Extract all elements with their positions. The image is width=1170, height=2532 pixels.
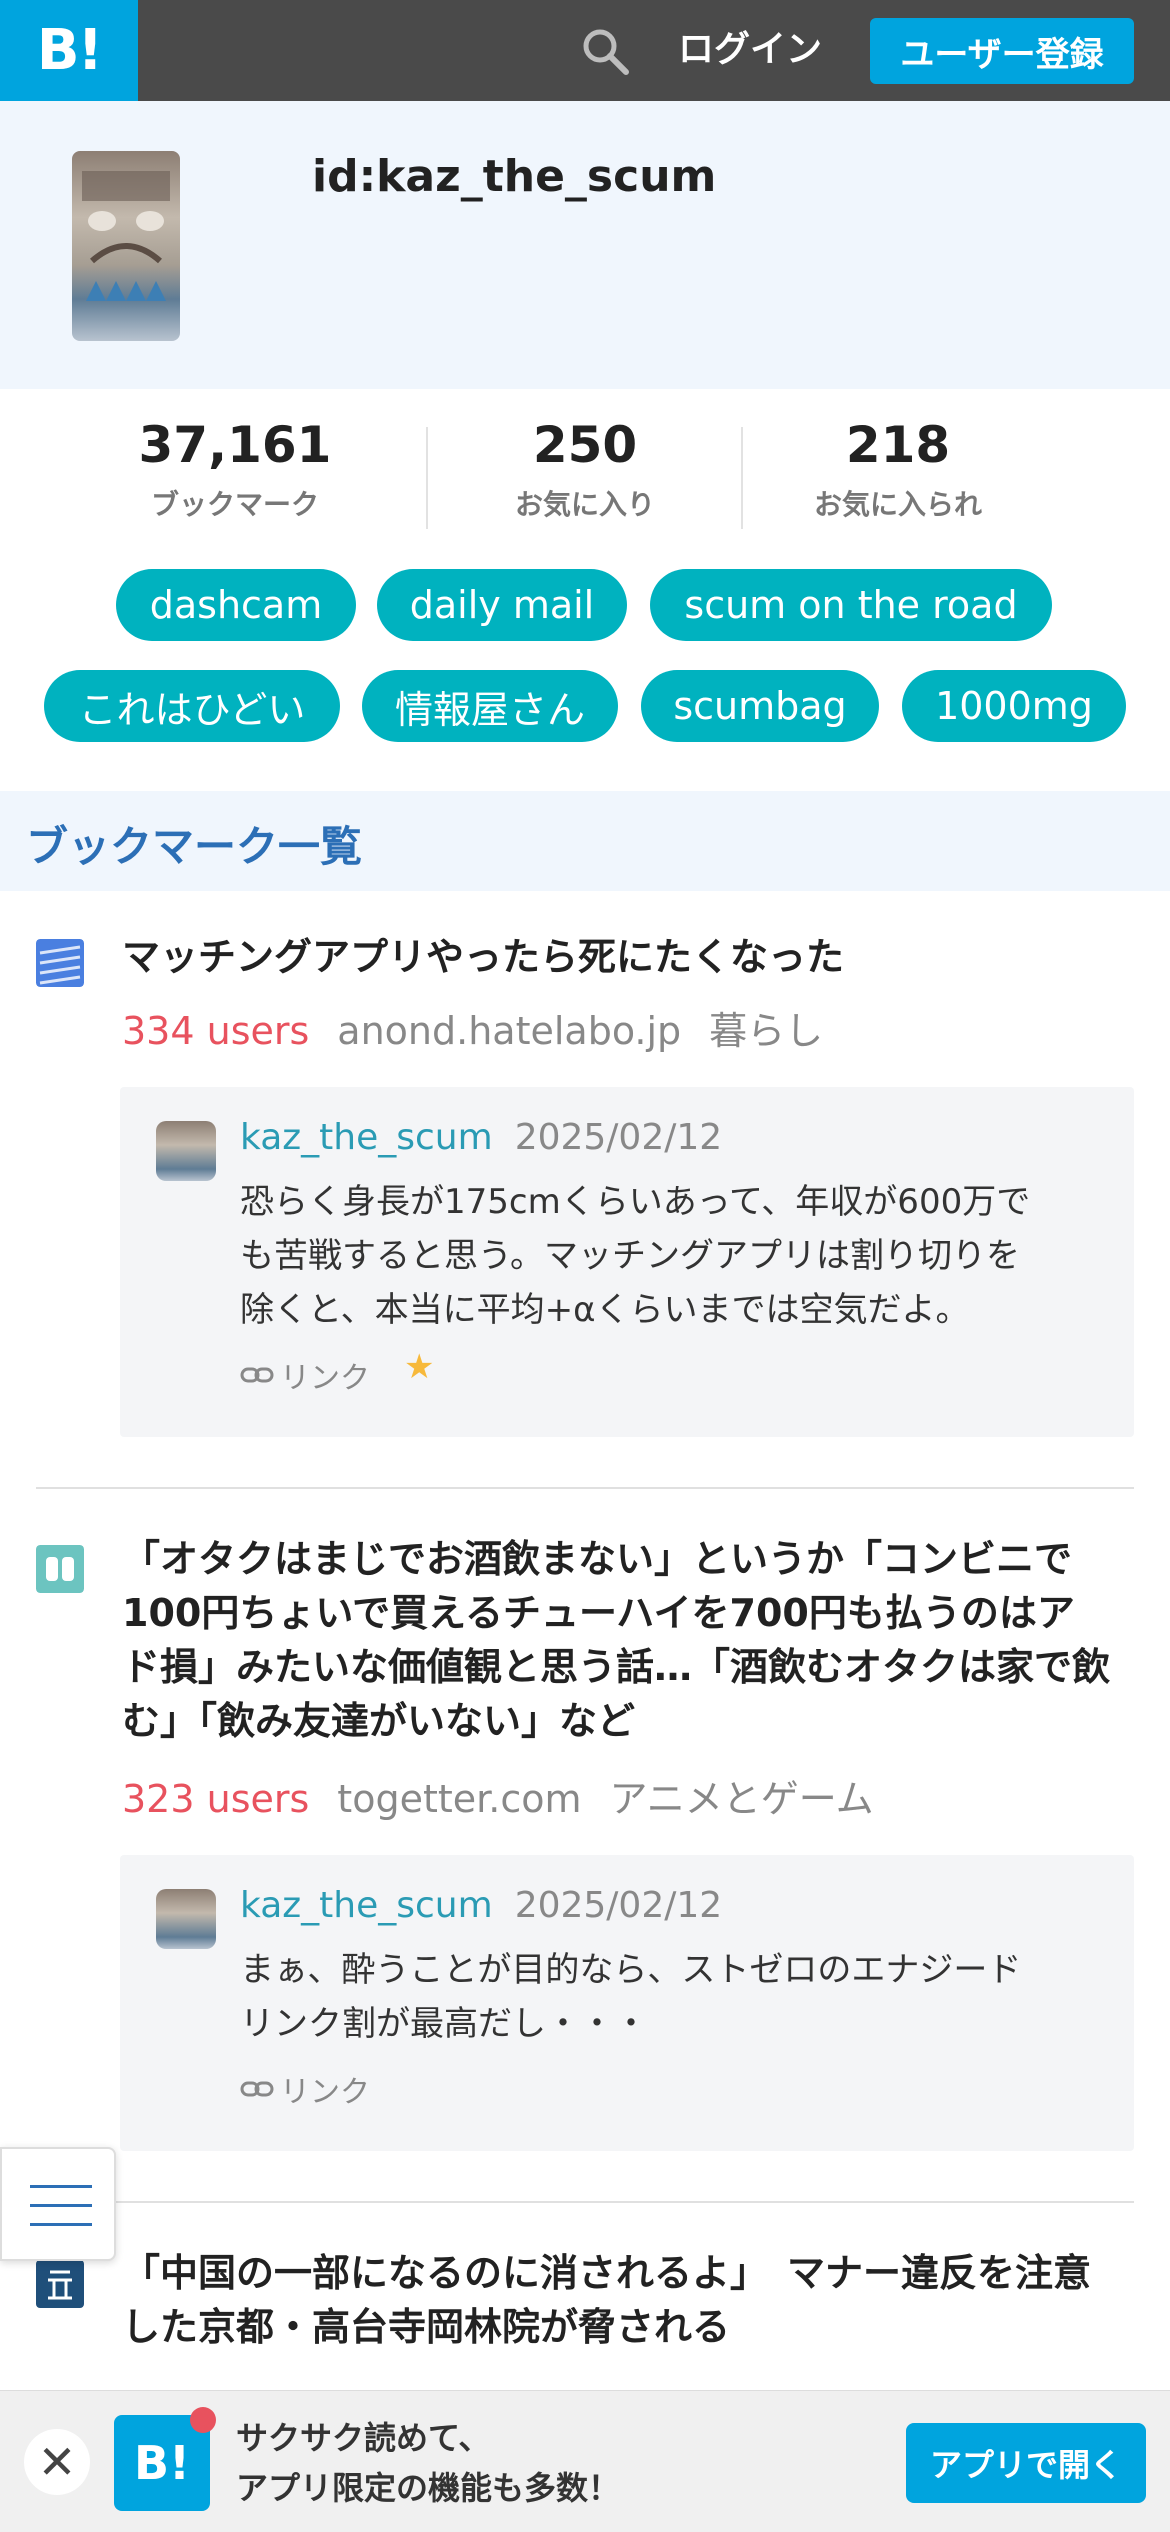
- close-icon[interactable]: ✕: [24, 2429, 90, 2495]
- stat-value: 37,161: [138, 416, 332, 474]
- signup-button[interactable]: ユーザー登録: [870, 18, 1134, 84]
- entry-users[interactable]: 334 users: [122, 1009, 309, 1053]
- tag-dashcam[interactable]: dashcam: [116, 569, 356, 641]
- entry-divider: [36, 2201, 1134, 2203]
- link-icon: [240, 1367, 274, 1383]
- app-promo-text: サクサク読めて、 アプリ限定の機能も多数！: [236, 2413, 620, 2513]
- comment-username[interactable]: kaz_the_scum: [240, 1117, 493, 1158]
- stat-favorites[interactable]: 250 お気に入り: [435, 413, 735, 523]
- avatar-face-icon: [82, 171, 170, 301]
- entry-title-line: した京都・高台寺岡林院が脅される: [122, 2305, 731, 2349]
- comment-line: も苦戦すると思う。マッチングアプリは割り切りを: [240, 1236, 1020, 1276]
- app-promo-banner: ✕ B! サクサク読めて、 アプリ限定の機能も多数！ アプリで開く: [0, 2390, 1170, 2532]
- entry-category[interactable]: アニメとゲーム: [610, 1777, 874, 1821]
- hamburger-menu-button[interactable]: [0, 2147, 116, 2261]
- entry-users[interactable]: 323 users: [122, 1777, 309, 1821]
- section-title: ブックマーク一覧: [26, 822, 363, 871]
- comment-avatar[interactable]: [156, 1889, 216, 1949]
- entry-title-line: ド損」みたいな価値観と思う話…「酒飲むオタクは家で飲: [122, 1645, 1111, 1689]
- comment-link[interactable]: リンク: [240, 2067, 370, 2111]
- comment-line: 恐らく身長が175cmくらいあって、年収が600万で: [240, 1182, 1031, 1222]
- togetter-icon: [36, 1545, 84, 1593]
- comment-header: kaz_the_scum 2025/02/12: [240, 1117, 722, 1158]
- promo-line: サクサク読めて、: [236, 2419, 491, 2457]
- entry-domain[interactable]: togetter.com: [337, 1777, 581, 1821]
- hatelabo-icon: [36, 939, 84, 987]
- comment-header: kaz_the_scum 2025/02/12: [240, 1885, 722, 1926]
- stat-label: お気に入られ: [813, 488, 982, 521]
- tag-daily-mail[interactable]: daily mail: [377, 569, 627, 641]
- stat-label: お気に入り: [514, 488, 655, 521]
- tag-1000mg[interactable]: 1000mg: [902, 670, 1126, 742]
- comment-text: 恐らく身長が175cmくらいあって、年収が600万で も苦戦すると思う。マッチン…: [240, 1175, 1100, 1337]
- link-label: リンク: [280, 2075, 370, 2110]
- search-icon[interactable]: [578, 24, 632, 78]
- entry-title[interactable]: 「中国の一部になるのに消されるよ」 マナー違反を注意 した京都・高台寺岡林院が脅…: [122, 2246, 1142, 2354]
- promo-line: アプリ限定の機能も多数！: [236, 2469, 621, 2507]
- stat-bookmarks[interactable]: 37,161 ブックマーク: [85, 413, 385, 523]
- sankei-icon: [36, 2260, 84, 2308]
- tag-scum-on-the-road[interactable]: scum on the road: [650, 569, 1052, 641]
- profile-header: id:kaz_the_scum: [0, 101, 1170, 389]
- entry-title-line: 100円ちょいで買えるチューハイを700円も払うのはア: [122, 1591, 1075, 1635]
- entry-divider: [36, 1487, 1134, 1489]
- comment-box: kaz_the_scum 2025/02/12 恐らく身長が175cmくらいあって…: [120, 1087, 1134, 1437]
- avatar[interactable]: [72, 151, 180, 341]
- profile-stats: 37,161 ブックマーク 250 お気に入り 218 お気に入られ: [0, 389, 1170, 539]
- comment-text: まぁ、酔うことが目的なら、ストゼロのエナジード リンク割が最高だし・・・: [240, 1943, 1100, 2051]
- stat-value: 218: [845, 416, 951, 474]
- star-icon[interactable]: ★: [404, 1347, 434, 1387]
- comment-box: kaz_the_scum 2025/02/12 まぁ、酔うことが目的なら、ストゼロ…: [120, 1855, 1134, 2151]
- entry-category[interactable]: 暮らし: [709, 1009, 823, 1053]
- comment-link[interactable]: リンク: [240, 1353, 370, 1397]
- open-app-button[interactable]: アプリで開く: [906, 2423, 1146, 2503]
- entry-title-line: 「中国の一部になるのに消されるよ」 マナー違反を注意: [122, 2251, 1092, 2295]
- hatena-bookmark-logo[interactable]: B!: [0, 0, 138, 101]
- comment-username[interactable]: kaz_the_scum: [240, 1885, 493, 1926]
- login-link[interactable]: ログイン: [678, 22, 822, 78]
- menu-bar: [30, 2223, 92, 2226]
- profile-id: id:kaz_the_scum: [312, 151, 717, 202]
- menu-bar: [30, 2204, 92, 2207]
- link-label: リンク: [280, 1361, 370, 1396]
- entry-domain[interactable]: anond.hatelabo.jp: [337, 1009, 681, 1053]
- entry-title[interactable]: 「オタクはまじでお酒飲まない」というか「コンビニで 100円ちょいで買えるチュー…: [122, 1532, 1142, 1748]
- notification-dot: [190, 2407, 216, 2433]
- entry-title-line: む」「飲み友達がいない」など: [122, 1699, 636, 1743]
- comment-line: リンク割が最高だし・・・: [240, 2004, 648, 2044]
- stat-favorited-by[interactable]: 218 お気に入られ: [748, 413, 1048, 523]
- stat-label: ブックマーク: [150, 488, 319, 521]
- entry-title[interactable]: マッチングアプリやったら死にたくなった: [122, 930, 1142, 984]
- link-icon: [240, 2081, 274, 2097]
- top-header: B! ログイン ユーザー登録: [0, 0, 1170, 101]
- tag-korehahidoi[interactable]: これはひどい: [44, 670, 340, 742]
- comment-date[interactable]: 2025/02/12: [515, 1885, 723, 1926]
- entry-title-line: 「オタクはまじでお酒飲まない」というか「コンビニで: [122, 1537, 1073, 1581]
- stat-divider: [426, 427, 428, 529]
- comment-date[interactable]: 2025/02/12: [515, 1117, 723, 1158]
- stat-value: 250: [532, 416, 638, 474]
- comment-avatar[interactable]: [156, 1121, 216, 1181]
- stat-divider: [741, 427, 743, 529]
- entry-meta: 334 users anond.hatelabo.jp 暮らし: [122, 1000, 823, 1055]
- bookmark-list-header: ブックマーク一覧: [0, 791, 1170, 891]
- tag-scumbag[interactable]: scumbag: [641, 670, 879, 742]
- entry-meta: 323 users togetter.com アニメとゲーム: [122, 1768, 874, 1823]
- comment-line: まぁ、酔うことが目的なら、ストゼロのエナジード: [240, 1950, 1022, 1990]
- tag-jouhouyasan[interactable]: 情報屋さん: [362, 670, 618, 742]
- comment-line: 除くと、本当に平均+αくらいまでは空気だよ。: [240, 1290, 970, 1330]
- menu-bar: [30, 2185, 92, 2188]
